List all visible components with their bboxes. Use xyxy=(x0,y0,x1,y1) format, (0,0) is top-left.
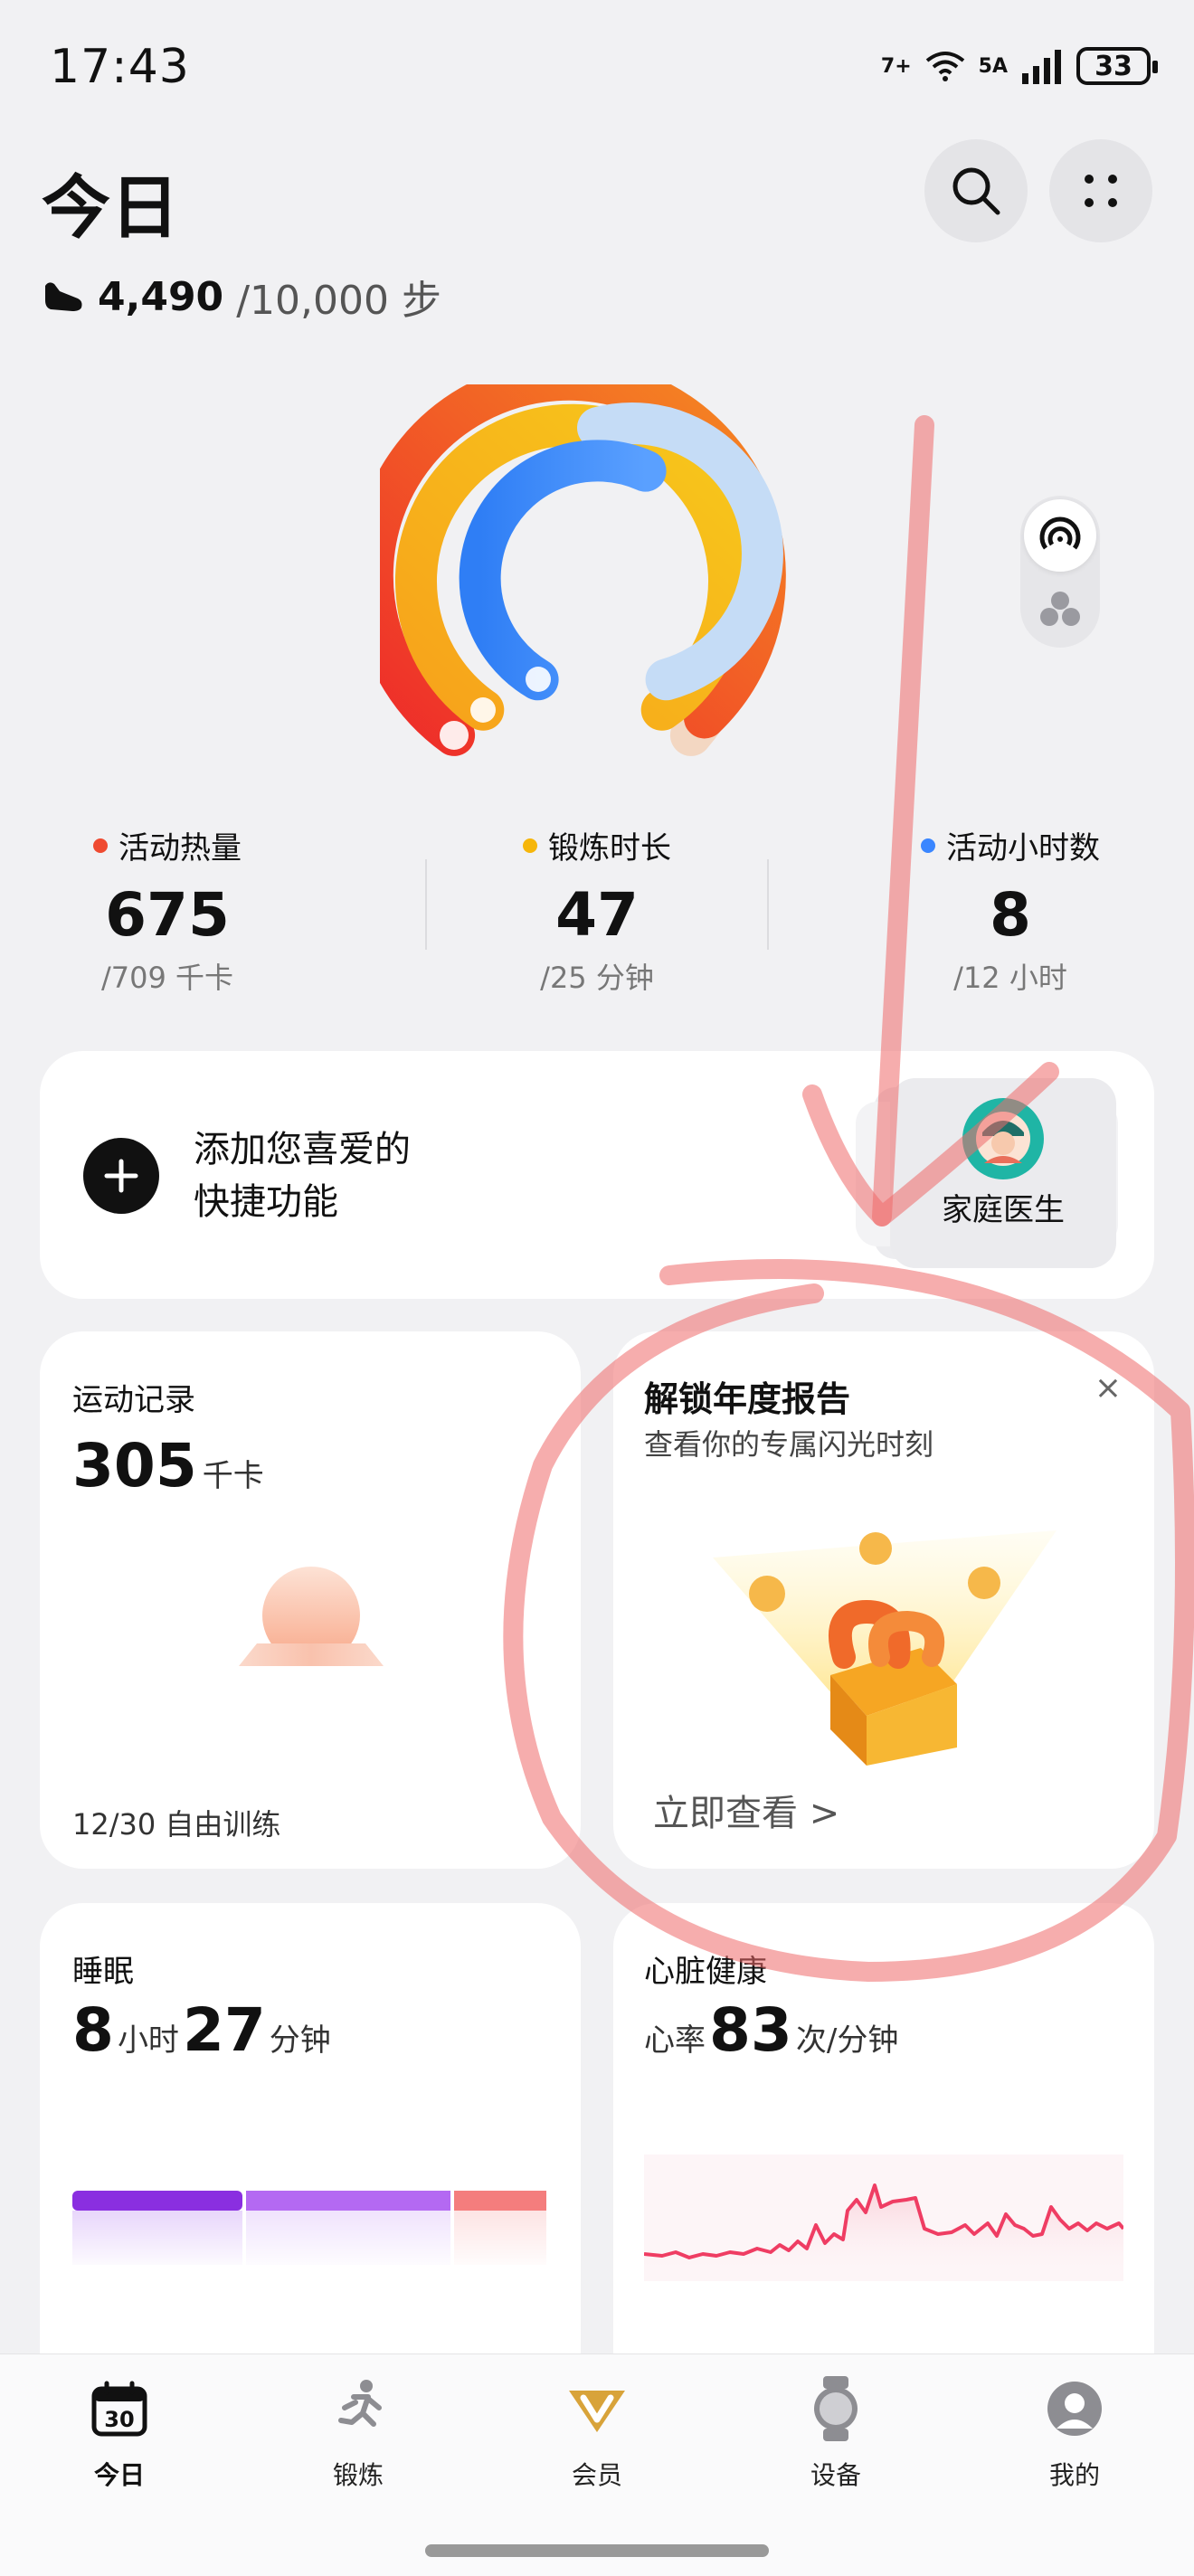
metric-calories[interactable]: 活动热量 675 /709 千卡 xyxy=(18,823,317,997)
heart-rate-unit: 次/分钟 xyxy=(795,2022,899,2059)
running-icon xyxy=(338,2380,382,2427)
sleep-minutes-unit: 分钟 xyxy=(269,2022,331,2059)
watch-icon xyxy=(814,2376,858,2441)
steps-summary: 4,490 /10,000 步 xyxy=(42,268,441,326)
nav-devices[interactable]: 设备 xyxy=(745,2372,926,2492)
exercise-unit: 千卡 xyxy=(202,1458,264,1494)
gift-box-illustration xyxy=(713,1530,1057,1766)
sleep-stages-bar xyxy=(72,2191,548,2272)
nav-label: 设备 xyxy=(810,2460,861,2490)
annual-report-card[interactable]: 解锁年度报告 查看你的专属闪光时刻 × 立即查看 > xyxy=(613,1331,1154,1869)
steps-goal: /10,000 步 xyxy=(236,278,441,324)
doctor-label: 家庭医生 xyxy=(942,1192,1065,1228)
exercise-dot xyxy=(523,838,537,853)
nav-label: 我的 xyxy=(1048,2460,1100,2490)
sunrise-illustration xyxy=(239,1567,384,1666)
nav-membership[interactable]: 会员 xyxy=(507,2372,687,2492)
sleep-minutes: 27 xyxy=(182,1995,266,2065)
metric-exercise[interactable]: 锻炼时长 47 /25 分钟 xyxy=(448,823,746,997)
battery-level: 33 xyxy=(1094,50,1132,82)
metric-value: 47 xyxy=(555,880,639,950)
divider xyxy=(767,859,769,950)
battery-icon: 33 xyxy=(1076,47,1158,85)
quick-access-card[interactable]: 添加您喜爱的 快捷功能 家庭医生 xyxy=(40,1051,1154,1299)
search-icon xyxy=(952,167,1000,215)
heart-rate-value: 心率 83 次/分钟 xyxy=(644,1995,898,2065)
calories-dot xyxy=(93,838,108,853)
status-time: 17:43 xyxy=(50,40,190,94)
exercise-date: 12/30 自由训练 xyxy=(72,1807,281,1842)
active-hours-ring xyxy=(459,440,667,701)
sleep-value: 8 小时 27 分钟 xyxy=(72,1995,331,2065)
ring-mode-option[interactable] xyxy=(1024,499,1096,572)
metric-goal: /709 千卡 xyxy=(100,961,234,995)
shoe-icon xyxy=(45,282,82,311)
nav-today[interactable]: 30 今日 xyxy=(29,2372,210,2492)
activity-rings[interactable] xyxy=(351,358,814,764)
rings-icon xyxy=(1039,516,1081,550)
close-button[interactable]: × xyxy=(1094,1369,1122,1406)
metric-label: 锻炼时长 xyxy=(548,830,671,867)
active-hours-dot xyxy=(921,838,935,853)
bubbles-icon xyxy=(1040,592,1080,626)
nav-label: 锻炼 xyxy=(332,2460,384,2490)
heart-rate-prefix: 心率 xyxy=(644,2022,706,2059)
add-shortcut-line1: 添加您喜爱的 xyxy=(194,1129,411,1170)
signal-icon xyxy=(1022,50,1061,84)
status-icons: 7+ 5A 33 xyxy=(880,47,1158,85)
plus-icon xyxy=(104,1159,138,1193)
metric-label: 活动小时数 xyxy=(946,830,1100,867)
card-title: 睡眠 xyxy=(72,1954,134,1990)
metric-goal: /25 分钟 xyxy=(540,961,654,995)
nav-label: 会员 xyxy=(571,2460,622,2490)
ring-view-toggle[interactable] xyxy=(1020,496,1100,648)
wifi-label: 7+ xyxy=(880,54,912,78)
add-shortcut-label: 添加您喜爱的 快捷功能 xyxy=(194,1123,483,1228)
vip-icon xyxy=(569,2391,625,2432)
add-shortcut-line2: 快捷功能 xyxy=(194,1181,338,1223)
sleep-hours: 8 xyxy=(72,1995,114,2065)
card-title: 运动记录 xyxy=(72,1382,195,1418)
family-doctor-shortcut[interactable]: 家庭医生 xyxy=(890,1078,1116,1268)
nav-profile[interactable]: 我的 xyxy=(984,2372,1165,2492)
add-shortcut-button[interactable] xyxy=(83,1138,159,1214)
metric-label: 活动热量 xyxy=(118,830,242,867)
exercise-value: 305 千卡 xyxy=(72,1431,264,1501)
home-indicator[interactable] xyxy=(425,2544,769,2557)
heart-rate-chart xyxy=(644,2155,1123,2283)
metric-active-hours[interactable]: 活动小时数 8 /12 小时 xyxy=(861,823,1160,997)
divider xyxy=(425,859,427,950)
metric-goal: /12 小时 xyxy=(953,961,1067,995)
heart-rate-number: 83 xyxy=(709,1995,792,2065)
annual-report-title: 解锁年度报告 xyxy=(644,1379,851,1419)
exercise-kcal: 305 xyxy=(72,1431,197,1501)
wifi-icon xyxy=(925,52,964,81)
calendar-badge: 30 xyxy=(104,2407,134,2432)
steps-value: 4,490 xyxy=(98,273,224,320)
signal-label: 5A xyxy=(978,54,1008,78)
view-now-link[interactable]: 立即查看 > xyxy=(653,1784,839,1836)
doctor-avatar-icon xyxy=(962,1098,1044,1179)
more-button[interactable] xyxy=(1049,139,1152,242)
calendar-icon: 30 xyxy=(91,2381,147,2437)
profile-icon xyxy=(1047,2382,1102,2436)
nav-workout[interactable]: 锻炼 xyxy=(268,2372,449,2492)
card-title: 心脏健康 xyxy=(644,1954,767,1990)
exercise-record-card[interactable]: 运动记录 305 千卡 12/30 自由训练 xyxy=(40,1331,581,1869)
metric-value: 675 xyxy=(105,880,230,950)
bottom-navigation: 30 今日 锻炼 会员 设备 我的 xyxy=(0,2353,1194,2576)
metric-value: 8 xyxy=(990,880,1031,950)
more-dots-icon xyxy=(1085,175,1117,207)
nav-label: 今日 xyxy=(93,2460,145,2490)
sleep-hours-unit: 小时 xyxy=(117,2022,179,2059)
bubbles-mode-option[interactable] xyxy=(1038,590,1082,633)
search-button[interactable] xyxy=(924,139,1028,242)
page-title: 今日 xyxy=(42,167,179,248)
annual-report-subtitle: 查看你的专属闪光时刻 xyxy=(644,1427,934,1462)
